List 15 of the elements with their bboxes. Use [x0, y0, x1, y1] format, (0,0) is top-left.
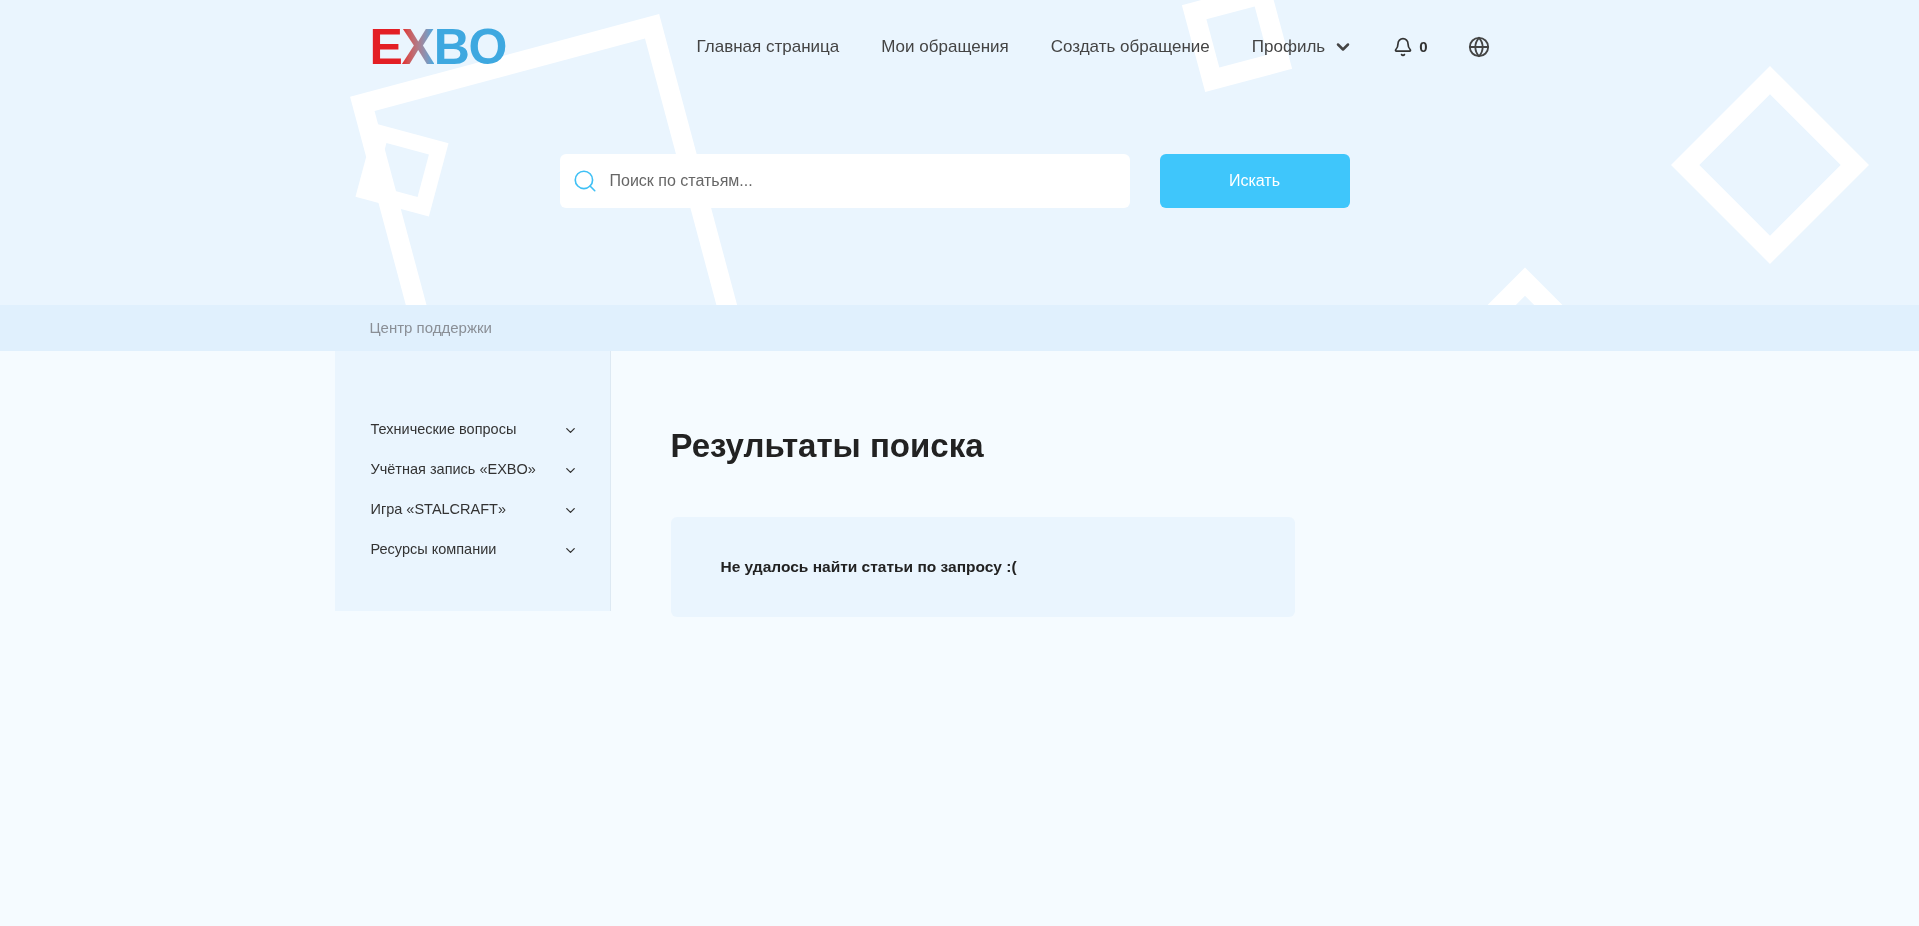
- nav-link[interactable]: Главная страница: [696, 34, 840, 60]
- bell-icon: [1393, 37, 1414, 57]
- empty-results-message: Не удалось найти статьи по запросу :(: [720, 556, 1017, 577]
- notifications-button[interactable]: 0: [1393, 35, 1428, 59]
- page-title: Результаты поиска: [670, 426, 985, 466]
- language-icon[interactable]: [1467, 36, 1490, 58]
- sidebar-item[interactable]: Учётная запись «EXBO»: [370, 459, 578, 481]
- nav-link[interactable]: Создать обращение: [1050, 34, 1210, 60]
- search-field[interactable]: Поиск по статьям...: [559, 154, 1130, 208]
- profile-menu[interactable]: Профиль: [1251, 34, 1354, 60]
- sidebar-item[interactable]: Технические вопросы: [370, 419, 578, 441]
- nav-link[interactable]: Мои обращения: [881, 34, 1009, 60]
- logo[interactable]: EXBO: [369, 22, 507, 72]
- sidebar-item[interactable]: Ресурсы компании: [370, 539, 578, 561]
- sidebar-item[interactable]: Игра «STALCRAFT»: [370, 499, 578, 521]
